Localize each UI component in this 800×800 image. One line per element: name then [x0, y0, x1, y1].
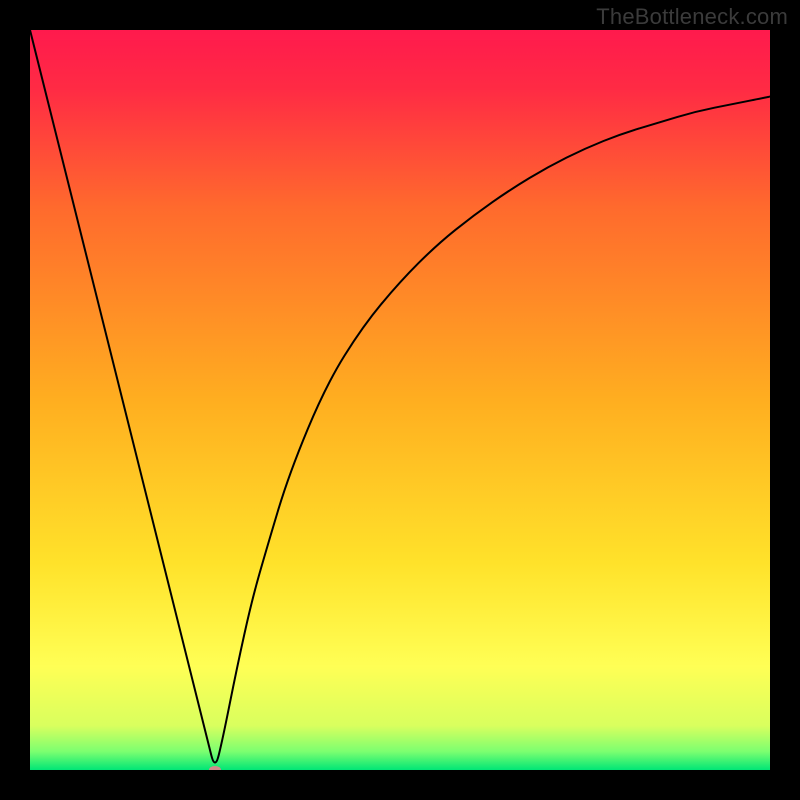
chart-svg [30, 30, 770, 770]
chart-frame: TheBottleneck.com [0, 0, 800, 800]
gradient-background [30, 30, 770, 770]
plot-area [30, 30, 770, 770]
watermark-text: TheBottleneck.com [596, 4, 788, 30]
